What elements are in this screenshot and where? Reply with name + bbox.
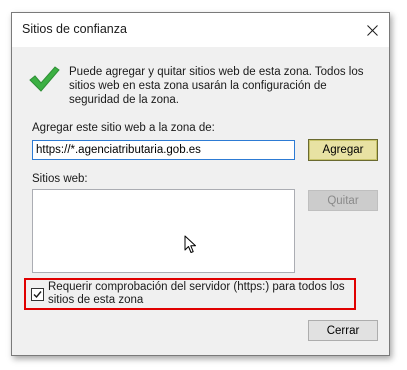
screenshot-canvas: Sitios de confianza Puede agregar y quit…	[0, 0, 407, 370]
trusted-sites-dialog: Sitios de confianza Puede agregar y quit…	[11, 12, 390, 356]
websites-label: Sitios web:	[32, 173, 88, 185]
add-button[interactable]: Agregar	[308, 139, 378, 161]
remove-button[interactable]: Quitar	[308, 190, 378, 211]
checkbox-check-icon	[33, 291, 42, 299]
window-title: Sitios de confianza	[22, 22, 127, 36]
close-button[interactable]	[355, 13, 389, 47]
close-dialog-button[interactable]: Cerrar	[308, 320, 378, 341]
site-url-input[interactable]	[32, 140, 295, 160]
https-checkbox[interactable]	[31, 288, 44, 301]
websites-list[interactable]	[32, 189, 295, 273]
add-site-label: Agregar este sitio web a la zona de:	[32, 122, 215, 134]
close-icon	[366, 24, 378, 36]
https-checkbox-label[interactable]: Requerir comprobación del servidor (http…	[48, 281, 353, 307]
title-bar[interactable]: Sitios de confianza	[12, 13, 389, 47]
info-text: Puede agregar y quitar sitios web de est…	[69, 66, 364, 106]
checkmark-icon	[29, 66, 60, 92]
mouse-cursor-icon	[184, 235, 196, 253]
